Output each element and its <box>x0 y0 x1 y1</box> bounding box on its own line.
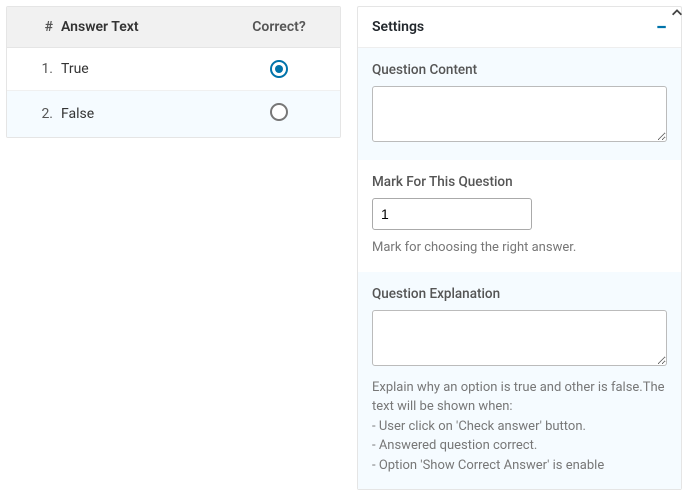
answers-table-header: # Answer Text Correct? <box>7 7 340 48</box>
answers-table: # Answer Text Correct? 1. True 2. False <box>6 6 341 138</box>
mark-help: Mark for choosing the right answer. <box>372 238 667 258</box>
col-header-num: # <box>23 19 53 35</box>
explanation-help: Explain why an option is true and other … <box>372 378 667 476</box>
table-row: 2. False <box>7 91 340 137</box>
mark-label: Mark For This Question <box>372 174 667 190</box>
explanation-label: Question Explanation <box>372 286 667 302</box>
col-header-correct: Correct? <box>234 19 324 35</box>
answer-text[interactable]: False <box>53 106 234 122</box>
explanation-help-line: - Option 'Show Correct Answer' is enable <box>372 456 667 476</box>
chevron-up-icon[interactable] <box>670 6 684 20</box>
correct-radio[interactable] <box>270 60 288 78</box>
explanation-input[interactable] <box>372 310 667 366</box>
explanation-help-line: - User click on 'Check answer' button. <box>372 417 667 437</box>
correct-radio[interactable] <box>270 103 288 121</box>
mark-section: Mark For This Question Mark for choosing… <box>358 160 681 272</box>
question-content-label: Question Content <box>372 62 667 78</box>
answer-num: 1. <box>23 61 53 77</box>
settings-header: Settings − <box>358 7 681 48</box>
explanation-help-line: - Answered question correct. <box>372 436 667 456</box>
question-content-section: Question Content <box>358 48 681 160</box>
mark-input[interactable] <box>372 198 532 230</box>
table-row: 1. True <box>7 48 340 91</box>
question-content-input[interactable] <box>372 86 667 142</box>
collapse-icon[interactable]: − <box>656 17 667 37</box>
explanation-help-intro: Explain why an option is true and other … <box>372 378 667 417</box>
settings-title: Settings <box>372 19 424 35</box>
settings-panel: Settings − Question Content Mark For Thi… <box>357 6 682 490</box>
explanation-section: Question Explanation Explain why an opti… <box>358 272 681 490</box>
answer-num: 2. <box>23 106 53 122</box>
col-header-text: Answer Text <box>53 19 234 35</box>
answer-text[interactable]: True <box>53 61 234 77</box>
